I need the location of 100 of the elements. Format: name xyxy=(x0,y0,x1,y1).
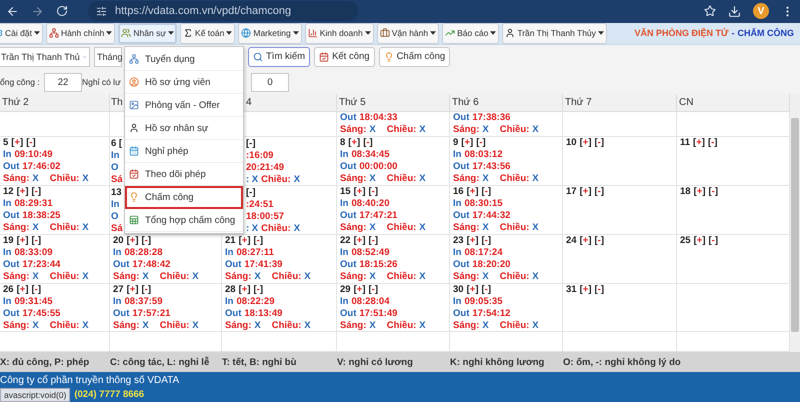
day-number: 16 [+] [-] xyxy=(453,186,491,198)
check-in-time: In 08:17:24 xyxy=(453,247,502,260)
check-out-time: Out 18:38:25 xyxy=(3,210,60,222)
shift-status: Sáng: X Chiều: X xyxy=(3,271,89,284)
check-out-time: Out 17:44:32 xyxy=(453,210,510,222)
day-number: 19 [+] [-] xyxy=(3,235,41,248)
dropdown-item[interactable]: Theo dõi phép xyxy=(125,163,243,186)
dropdown-item[interactable]: Tổng hợp chấm công xyxy=(125,209,243,232)
day-number: 15 [+] [-] xyxy=(340,186,378,198)
cell-text: :16:09 xyxy=(246,150,274,162)
check-out-time: Out 17:43:56 xyxy=(453,161,510,174)
menu-button[interactable]: Báo cáo xyxy=(442,22,500,44)
employee-select[interactable]: Trần Thị Thanh Thủ xyxy=(0,46,90,67)
check-in-time: In 08:37:59 xyxy=(113,296,162,308)
day-number: 26 [+] [-] xyxy=(3,284,41,296)
menu-button[interactable]: Kinh doanh xyxy=(304,22,374,44)
menu-button[interactable]: Hành chính xyxy=(46,22,116,44)
dropdown-item[interactable]: Phỏng vấn - Offer xyxy=(125,94,243,117)
total-label: ổng công : xyxy=(0,77,40,88)
download-icon[interactable] xyxy=(728,4,741,18)
phone-number: (024) 7777 8666 xyxy=(74,389,144,400)
shift-status: Sáng: X Chiều: X xyxy=(225,320,311,332)
check-in-time: In 08:28:04 xyxy=(340,296,390,308)
toolbar-button[interactable]: Tìm kiếm xyxy=(248,46,310,67)
calendar-icon xyxy=(129,146,139,156)
back-icon[interactable] xyxy=(6,4,19,18)
forward-icon[interactable] xyxy=(31,4,44,18)
day-number: 5 [+] [-] xyxy=(3,137,36,150)
check-in-time: In 08:52:49 xyxy=(340,247,390,260)
cell-text: In xyxy=(111,199,120,212)
dropdown-item[interactable]: Nghỉ phép xyxy=(125,140,243,163)
menu-button[interactable]: Vận hành xyxy=(376,22,440,44)
check-out-time: Out 17:45:55 xyxy=(3,308,60,320)
legend-text: X: đủ công, P: phép xyxy=(0,356,90,368)
day-number: 28 [+] [-] xyxy=(225,284,263,296)
legend-text: T: tết, B: nghỉ bù xyxy=(222,356,298,368)
check-out-time: Out 00:00:00 xyxy=(340,161,398,174)
dropdown-item[interactable]: Hồ sơ nhân sự xyxy=(125,117,243,140)
shift-status: Sáng: X Chiều: X xyxy=(453,320,539,332)
user-icon xyxy=(129,123,139,133)
shift-status: Sáng: X Chiều: X xyxy=(453,124,539,136)
day-number: 20 [+] [-] xyxy=(113,235,151,248)
calendar-check-icon xyxy=(129,169,139,179)
shift-status: Sáng: X Chiều: X xyxy=(113,271,199,284)
shift-status: Sáng: X Chiều: X xyxy=(340,222,426,234)
menu-button[interactable]: Kế toán xyxy=(180,22,236,44)
cell-text: [-] xyxy=(246,138,256,150)
caret-icon xyxy=(598,31,604,36)
day-number: 12 [+] [-] xyxy=(3,186,41,198)
legend-text: K: nghỉ không lương xyxy=(450,356,546,368)
check-out-time: Out 18:13:49 xyxy=(225,308,282,320)
check-in-time: In 08:34:45 xyxy=(340,149,390,162)
check-in-time: In 08:29:31 xyxy=(3,198,52,210)
cell-text: 18:00:57 xyxy=(246,211,284,224)
menu-button[interactable]: Cài đặt xyxy=(0,22,43,44)
briefcase-icon xyxy=(380,28,390,38)
check-in-time: In 08:28:28 xyxy=(113,247,162,260)
menu-button[interactable]: Nhân sự xyxy=(118,22,178,44)
check-out-time: Out 17:54:12 xyxy=(453,308,510,320)
bulb-icon xyxy=(384,52,394,62)
caret-icon xyxy=(364,31,371,36)
month-select[interactable]: Tháng xyxy=(94,46,122,67)
day-number: 17 [+] [-] xyxy=(566,186,604,198)
menu-button[interactable]: Marketing xyxy=(238,22,302,44)
check-out-time: Out 17:48:42 xyxy=(113,259,170,272)
caret-icon xyxy=(490,31,496,36)
cell-text: : X Chiều: X xyxy=(246,174,300,186)
weekday-header: Thứ 2 xyxy=(0,94,110,112)
weekday-header: CN xyxy=(677,94,790,112)
cell-text: 20:21:49 xyxy=(246,162,284,174)
cell-text: 6 [ xyxy=(111,138,122,150)
check-out-time: Out 18:04:33 xyxy=(340,112,398,124)
cell-text: O xyxy=(111,162,118,174)
day-number: 31 [+] [-] xyxy=(566,284,604,296)
site-settings-icon[interactable] xyxy=(96,6,107,17)
star-icon[interactable] xyxy=(704,5,716,18)
day-number: 29 [+] [-] xyxy=(340,284,378,296)
caret-icon xyxy=(226,31,232,36)
toolbar-button[interactable]: Kết công xyxy=(314,46,375,67)
day-number: 30 [+] [-] xyxy=(453,284,491,296)
reload-icon[interactable] xyxy=(56,5,68,18)
total-field[interactable]: 0 xyxy=(251,72,289,92)
check-in-time: In 09:10:49 xyxy=(3,149,52,162)
menu-button[interactable]: Trần Thị Thanh Thủy xyxy=(502,22,607,44)
day-number: 18 [+] [-] xyxy=(680,186,718,198)
page-title: CHẤM CÔNG xyxy=(738,28,794,38)
day-number: 11 [+] [-] xyxy=(680,137,718,150)
toolbar-button[interactable]: Chấm công xyxy=(378,46,450,67)
day-number: 27 [+] [-] xyxy=(113,284,151,296)
check-out-time: Out 17:57:21 xyxy=(113,308,170,320)
legend-text: O: ốm, -: nghỉ không lý do xyxy=(563,356,682,368)
caret-icon xyxy=(106,31,112,36)
dropdown-item[interactable]: Chấm công xyxy=(125,186,243,209)
scrollbar-thumb[interactable] xyxy=(791,118,799,332)
dropdown-item[interactable]: Tuyển dụng xyxy=(125,48,243,71)
spreadsheet-icon xyxy=(129,215,139,225)
dropdown-item[interactable]: Hồ sơ ứng viên xyxy=(125,71,243,94)
scrollbar[interactable] xyxy=(790,94,800,352)
total-field[interactable]: 22 xyxy=(44,72,82,92)
address-bar[interactable]: https://vdata.com.vn/vpdt/chamcong xyxy=(88,1,358,22)
